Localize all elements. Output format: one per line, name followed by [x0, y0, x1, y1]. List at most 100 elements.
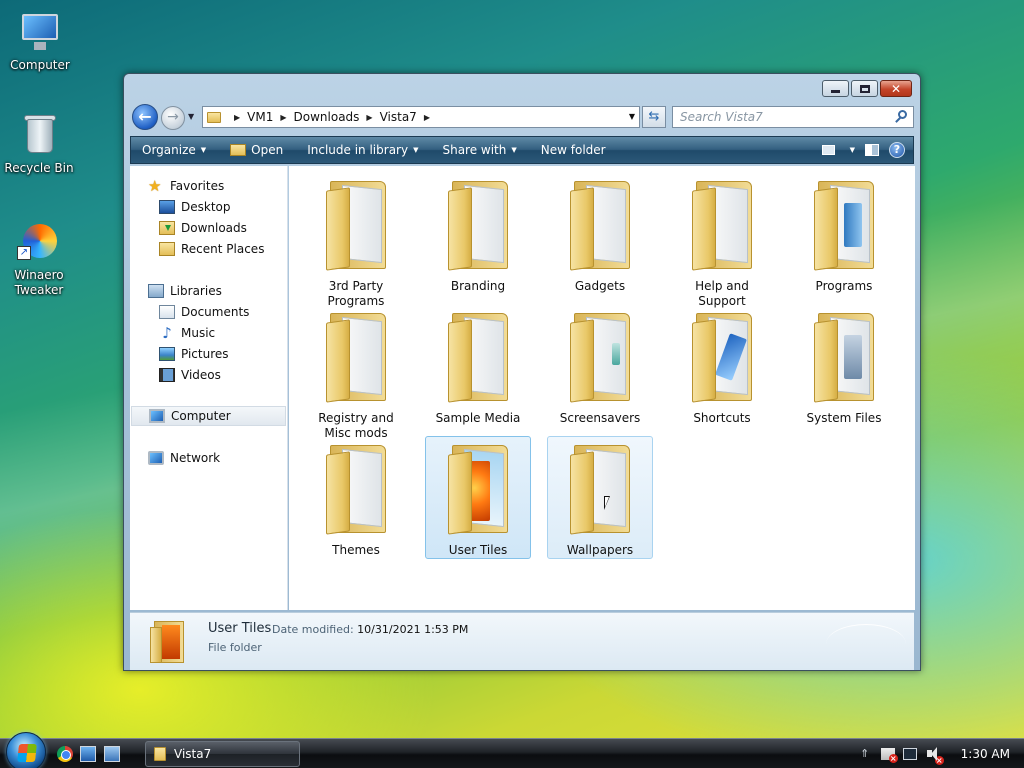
folder-name: Shortcuts	[693, 411, 751, 425]
folder-item[interactable]: System Files	[791, 304, 897, 427]
folder-item[interactable]: Gadgets	[547, 172, 653, 295]
details-decoration	[826, 624, 906, 664]
recent-pages-dropdown-icon[interactable]: ▼	[188, 112, 194, 121]
breadcrumb-chevron-icon[interactable]: ▶	[366, 113, 372, 122]
change-view-icon[interactable]	[821, 145, 835, 155]
network-status-icon[interactable]	[902, 748, 917, 760]
maximize-button[interactable]	[851, 80, 878, 97]
address-bar[interactable]: ▶ VM1 ▶ Downloads ▶ Vista7 ▶ ▼	[202, 106, 640, 128]
breadcrumb-vista7[interactable]: Vista7	[380, 110, 417, 124]
switch-windows-icon[interactable]	[104, 746, 120, 762]
taskbar: Vista7 ⇑ × × 1:30 AM	[0, 732, 1024, 768]
folder-icon	[446, 177, 510, 273]
folder-item[interactable]: Registry and Misc mods	[303, 304, 409, 442]
search-input[interactable]: Search Vista7	[672, 106, 914, 128]
folder-name: Gadgets	[574, 279, 626, 293]
explorer-window[interactable]: ✕ ← → ▼ ▶ VM1 ▶ Downloads ▶ Vista7 ▶ ▼ ⇆…	[123, 73, 921, 671]
taskbar-button-vista7[interactable]: Vista7	[145, 741, 300, 767]
folder-icon	[568, 177, 632, 273]
tree-item-network[interactable]: Network	[148, 448, 220, 468]
close-button[interactable]: ✕	[880, 80, 912, 97]
open-folder-icon	[230, 144, 247, 156]
open-label: Open	[251, 143, 284, 157]
folder-icon	[446, 309, 510, 405]
documents-icon	[159, 305, 175, 319]
share-with-menu[interactable]: Share with ▼	[430, 137, 528, 163]
mouse-cursor-icon	[604, 496, 610, 510]
tree-item-label: Network	[170, 451, 221, 465]
file-list[interactable]: 3rd Party Programs Branding Gadgets Help…	[289, 166, 915, 610]
chrome-quicklaunch-icon[interactable]	[57, 746, 73, 762]
folder-name: Wallpapers	[566, 543, 634, 557]
winaero-tweaker-icon: ↗	[17, 220, 61, 264]
details-item-name: User Tiles	[208, 621, 272, 636]
include-in-library-menu[interactable]: Include in library ▼	[295, 137, 430, 163]
refresh-icon: ⇆	[648, 109, 660, 124]
tree-item-favorites[interactable]: ★ Favorites	[148, 176, 224, 196]
tree-item-label: Libraries	[170, 284, 222, 298]
back-button[interactable]: ←	[132, 104, 158, 130]
action-center-icon[interactable]: ×	[880, 748, 898, 763]
tree-item-music[interactable]: ♪ Music	[159, 323, 215, 343]
folder-item-hover[interactable]: Wallpapers	[547, 436, 653, 559]
tree-item-downloads[interactable]: Downloads	[159, 218, 247, 238]
folder-icon	[568, 309, 632, 405]
desktop-icon-label: Winaero Tweaker	[14, 268, 64, 297]
desktop-icon-label: Computer	[10, 58, 70, 72]
videos-icon	[159, 368, 175, 382]
folder-icon	[812, 309, 876, 405]
folder-icon	[324, 441, 388, 537]
folder-item[interactable]: Help and Support	[669, 172, 775, 310]
new-folder-label: New folder	[540, 143, 606, 157]
tree-item-recent-places[interactable]: Recent Places	[159, 239, 264, 259]
start-button[interactable]	[6, 732, 46, 768]
caret-down-icon: ▼	[413, 146, 419, 154]
breadcrumb-chevron-icon[interactable]: ▶	[280, 113, 286, 122]
folder-item[interactable]: Sample Media	[425, 304, 531, 427]
details-date-modified-value: 10/31/2021 1:53 PM	[357, 623, 469, 636]
folder-item[interactable]: Themes	[303, 436, 409, 559]
tree-item-pictures[interactable]: Pictures	[159, 344, 229, 364]
tree-item-documents[interactable]: Documents	[159, 302, 249, 322]
views-dropdown-icon[interactable]: ▼	[850, 146, 855, 154]
help-icon[interactable]: ?	[889, 142, 905, 158]
forward-button[interactable]: →	[161, 106, 185, 130]
address-dropdown-icon[interactable]: ▼	[629, 112, 635, 121]
new-folder-button[interactable]: New folder	[529, 137, 618, 163]
tree-item-videos[interactable]: Videos	[159, 365, 221, 385]
folder-icon	[812, 177, 876, 273]
folder-item[interactable]: Branding	[425, 172, 531, 295]
folder-item[interactable]: Screensavers	[547, 304, 653, 427]
close-icon: ✕	[890, 81, 902, 96]
breadcrumb-vm1[interactable]: VM1	[247, 110, 273, 124]
tree-item-computer[interactable]: Computer	[131, 406, 286, 426]
minimize-icon	[831, 90, 840, 93]
show-hidden-icons-icon[interactable]: ⇑	[857, 746, 873, 762]
clock[interactable]: 1:30 AM	[949, 747, 1024, 761]
computer-icon	[149, 409, 165, 423]
folder-name: Screensavers	[559, 411, 641, 425]
minimize-button[interactable]	[822, 80, 849, 97]
desktop-icon-recycle-bin[interactable]: Recycle Bin	[0, 113, 79, 176]
network-icon	[148, 451, 164, 465]
tree-item-libraries[interactable]: Libraries	[148, 281, 222, 301]
folder-item[interactable]: Shortcuts	[669, 304, 775, 427]
caret-down-icon: ▼	[200, 146, 207, 154]
preview-pane-icon[interactable]	[865, 144, 879, 156]
desktop-icon-winaero-tweaker[interactable]: ↗ Winaero Tweaker	[0, 220, 79, 298]
refresh-button[interactable]: ⇆	[642, 106, 666, 128]
folder-item-selected[interactable]: User Tiles	[425, 436, 531, 559]
breadcrumb-chevron-icon[interactable]: ▶	[424, 113, 430, 122]
tree-item-desktop[interactable]: Desktop	[159, 197, 231, 217]
breadcrumb-downloads[interactable]: Downloads	[294, 110, 360, 124]
desktop-icon-computer[interactable]: Computer	[0, 10, 80, 73]
search-icon[interactable]	[894, 110, 908, 124]
open-button[interactable]: Open	[218, 137, 295, 163]
folder-item[interactable]: 3rd Party Programs	[303, 172, 409, 310]
breadcrumb-chevron-icon[interactable]: ▶	[234, 113, 240, 122]
organize-menu[interactable]: Organize ▼	[131, 137, 218, 163]
folder-item[interactable]: Programs	[791, 172, 897, 295]
volume-icon[interactable]: ×	[925, 746, 944, 765]
show-desktop-icon[interactable]	[80, 746, 96, 762]
folder-icon	[690, 309, 754, 405]
